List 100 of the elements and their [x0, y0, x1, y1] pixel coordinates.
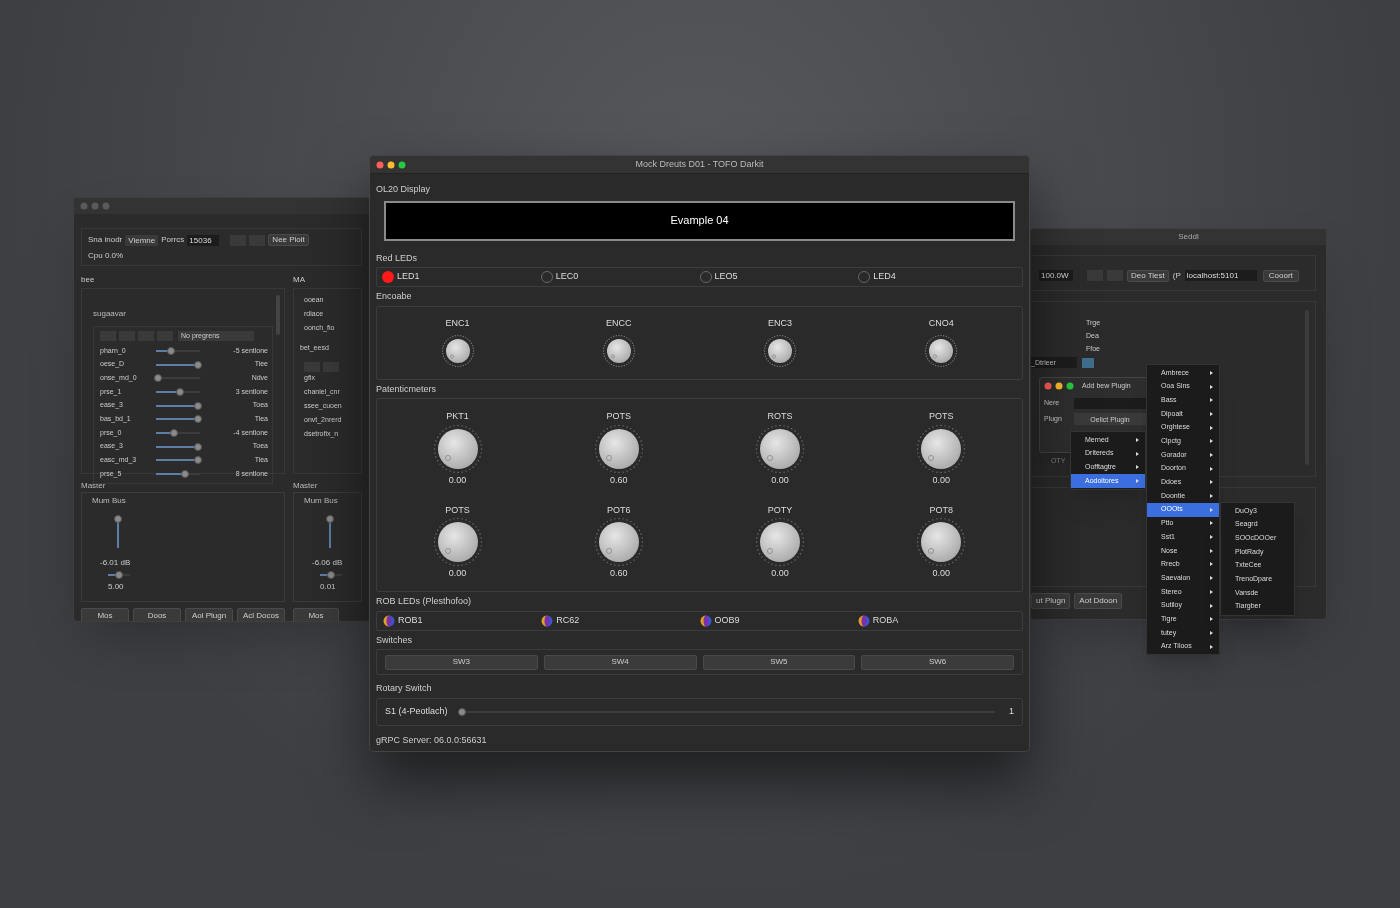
rgb-led-icon: [383, 614, 395, 627]
cpu-readout: Cpu 0.0%: [88, 250, 125, 262]
field-label: Porrcs: [161, 234, 185, 246]
section-title: ROB LEDs (Plesthofoo): [375, 595, 473, 608]
slider-thumb[interactable]: [114, 515, 122, 524]
pot-value: 0.00: [932, 473, 951, 487]
slider-thumb[interactable]: [193, 442, 202, 451]
address-field[interactable]: localhost:5101: [1184, 270, 1257, 281]
knob[interactable]: [763, 334, 798, 368]
button[interactable]: Nee Pioit: [268, 234, 309, 246]
knob[interactable]: [593, 423, 644, 474]
submenu-arrow-icon: [1210, 452, 1213, 457]
submenu-arrow-icon: [1210, 630, 1213, 635]
submenu-arrow-icon: [1210, 425, 1213, 430]
submenu-arrow-icon: [1210, 617, 1213, 622]
submenu-arrow-icon: [1210, 384, 1213, 389]
slider-thumb[interactable]: [193, 415, 202, 424]
led-label: ROB1: [398, 613, 423, 627]
slider-thumb[interactable]: [457, 707, 466, 716]
pot-label: POTY: [767, 503, 793, 517]
slider-thumb[interactable]: [167, 346, 176, 355]
submenu-arrow-icon: [1136, 465, 1139, 470]
switch-button[interactable]: SW3: [385, 654, 538, 670]
field-label: Sna inodr: [88, 234, 123, 246]
submenu-arrow-icon: [1210, 535, 1213, 540]
pot-value: 0.00: [771, 473, 789, 487]
switch-button[interactable]: SW4: [543, 654, 697, 670]
name-field[interactable]: [1074, 398, 1146, 409]
pot-value: 0.00: [932, 567, 951, 580]
pot-value: 0.60: [610, 473, 628, 487]
button[interactable]: Aol Plugn: [185, 608, 233, 621]
knob[interactable]: [924, 334, 959, 368]
encoder-label: ENCC: [606, 316, 632, 330]
knob[interactable]: [755, 517, 806, 567]
submenu-arrow-icon: [1136, 437, 1139, 442]
slider-thumb[interactable]: [193, 456, 202, 465]
knob[interactable]: [432, 517, 483, 567]
status-text: gRPC Server: 06.0.0:56631: [375, 733, 488, 747]
level-reading: -6.06 dB: [311, 558, 344, 568]
led-label: ROBA: [872, 613, 899, 627]
encoder-label: ENC3: [768, 316, 793, 330]
submenu-arrow-icon: [1136, 451, 1139, 456]
submenu-arrow-icon: [1210, 370, 1213, 375]
port-field[interactable]: 15036: [187, 234, 220, 246]
submenu-arrow-icon: [1210, 644, 1213, 649]
pot-value: 0.00: [448, 473, 467, 487]
section-title: OL20 Display: [375, 183, 432, 196]
bus-label: Mum Bus: [92, 496, 127, 506]
switch-button[interactable]: SW5: [702, 654, 856, 670]
button[interactable]: Cooort: [1262, 270, 1299, 282]
section-title: bee: [81, 274, 96, 286]
section-title: Rotary Switch: [375, 682, 433, 695]
pot-label: ROTS: [767, 410, 793, 423]
slider-thumb[interactable]: [193, 401, 202, 410]
slider-thumb[interactable]: [327, 571, 335, 579]
slider-thumb[interactable]: [180, 470, 189, 479]
slider-thumb[interactable]: [193, 360, 202, 369]
pot-label: POTS: [929, 410, 954, 423]
section-title: Red LEDs: [375, 251, 419, 265]
button[interactable]: Mos: [293, 608, 339, 621]
button[interactable]: Mos: [81, 608, 129, 621]
mode-dropdown[interactable]: Viemne: [125, 234, 159, 246]
slider-thumb[interactable]: [169, 428, 178, 437]
led-label: LEO5: [714, 270, 738, 284]
pot-value: 0.00: [448, 567, 467, 580]
pot-label: POT6: [607, 503, 631, 517]
knob[interactable]: [593, 517, 644, 567]
pot-label: POT8: [929, 503, 954, 517]
button[interactable]: Doos: [133, 608, 181, 621]
knob[interactable]: [432, 423, 483, 474]
slider-thumb[interactable]: [153, 374, 162, 383]
section-title: Patenticmeters: [375, 382, 438, 396]
button[interactable]: Acl Docos: [237, 608, 285, 621]
submenu-arrow-icon: [1210, 589, 1213, 594]
submenu-arrow-icon: [1210, 521, 1213, 526]
button[interactable]: Aot Ddoon: [1074, 593, 1123, 609]
submenu-arrow-icon: [1210, 466, 1213, 471]
group-title: sugaavar: [93, 309, 126, 318]
led-label: LEC0: [555, 270, 579, 284]
submenu-arrow-icon: [1210, 494, 1213, 499]
knob[interactable]: [440, 334, 475, 368]
submenu-arrow-icon: [1210, 480, 1213, 485]
button[interactable]: Deo Tiest: [1127, 270, 1169, 282]
slider-thumb[interactable]: [115, 571, 123, 579]
pot-label: PKT1: [446, 410, 469, 423]
knob[interactable]: [601, 334, 636, 368]
submenu-arrow-icon: [1210, 576, 1213, 581]
knob[interactable]: [916, 517, 967, 567]
slider-thumb[interactable]: [176, 387, 185, 396]
section-title: Encoabe: [375, 290, 413, 303]
switch-button[interactable]: SW6: [861, 654, 1014, 670]
value-field[interactable]: 100.0W: [1039, 270, 1073, 281]
folder-button[interactable]: [1082, 357, 1094, 368]
submenu-arrow-icon: [1210, 411, 1213, 416]
section-title: MA: [293, 274, 306, 286]
encoder-label: ENC1: [445, 316, 470, 330]
knob[interactable]: [755, 423, 806, 474]
button[interactable]: ut Plugn: [1031, 593, 1071, 609]
knob[interactable]: [916, 423, 967, 474]
slider-thumb[interactable]: [326, 515, 334, 524]
